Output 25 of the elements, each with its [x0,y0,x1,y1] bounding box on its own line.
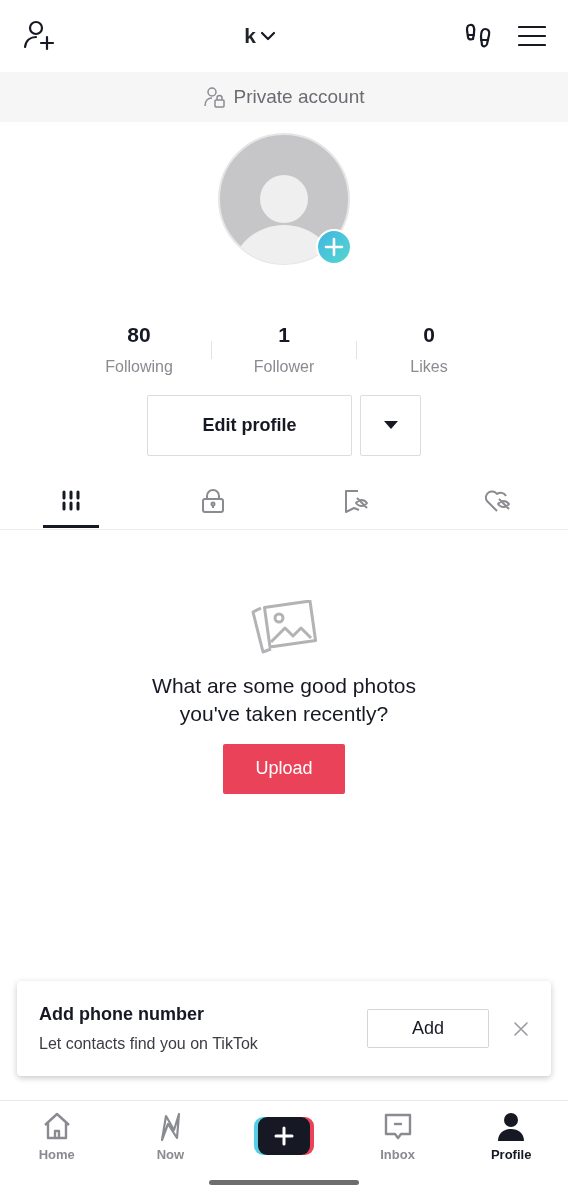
create-icon [254,1117,314,1155]
stat-label: Following [105,356,173,377]
nav-tab[interactable]: Profile [454,1101,568,1166]
add-photo-icon[interactable] [316,229,352,265]
username-button[interactable]: k [244,20,276,52]
stat-label: Likes [410,356,448,377]
edit-profile-button[interactable]: Edit profile [147,394,352,456]
menu-icon[interactable] [518,24,546,48]
stat-label: Follower [253,356,315,377]
close-icon[interactable] [513,1020,529,1037]
privacy-label: Private account [233,84,365,109]
stat-value: 1 [278,322,290,348]
chevron-down-icon [259,30,276,42]
caret-icon [382,420,399,430]
stat-value: 0 [423,322,435,348]
lock-icon [199,487,227,515]
photos-icon [251,599,317,656]
add-button[interactable]: Add [367,1009,489,1048]
stat-value: 80 [127,322,151,348]
private-user-icon [203,86,226,108]
prompt-subtitle: Let contacts find you on TikTok [39,1034,258,1054]
prompt-title: Add phone number [39,1003,205,1026]
upload-button[interactable]: Upload [223,743,345,794]
add-friend-icon[interactable] [22,19,56,53]
empty-state-message: What are some good photos you've taken recently? [151,672,417,727]
